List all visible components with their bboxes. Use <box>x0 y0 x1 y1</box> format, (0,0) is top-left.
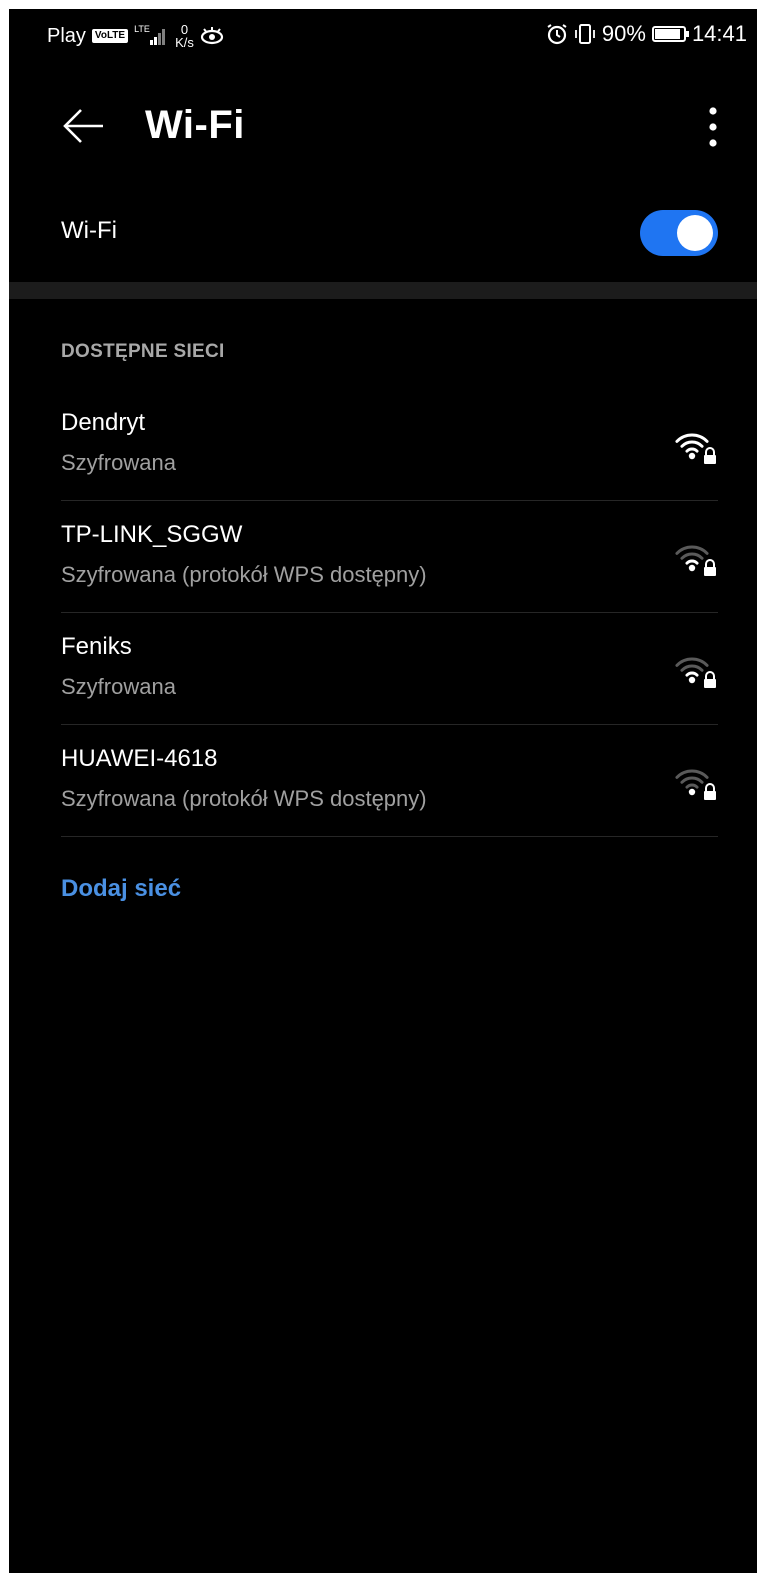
network-name: Dendryt <box>61 409 146 436</box>
network-item[interactable]: Feniks Szyfrowana <box>61 613 718 725</box>
status-bar: Play VoLTE LTE 0 K/s 90% 14:41 <box>9 9 757 61</box>
wifi-lock-icon <box>675 433 716 464</box>
wifi-arc <box>675 433 709 443</box>
status-bar-right: 90% 14:41 <box>546 21 747 47</box>
net-speed: 0 K/s <box>175 23 194 49</box>
network-name: TP-LINK_SGGW <box>61 521 243 548</box>
wifi-arc <box>680 664 704 672</box>
more-vertical-icon[interactable] <box>703 103 723 151</box>
wifi-arc <box>675 545 709 555</box>
lte-label: LTE <box>134 24 150 34</box>
battery-icon <box>651 26 689 42</box>
wifi-arc <box>685 671 699 677</box>
alarm-icon <box>547 24 567 45</box>
back-arrow-icon[interactable] <box>59 101 109 151</box>
lock-shackle <box>705 671 715 679</box>
page-title: Wi-Fi <box>145 103 245 147</box>
lock-shackle <box>705 559 715 567</box>
wifi-arc <box>685 447 699 453</box>
net-speed-unit: K/s <box>175 35 194 50</box>
network-status: Szyfrowana (protokół WPS dostępny) <box>61 562 427 587</box>
lock-shackle <box>705 447 715 455</box>
section-divider <box>9 282 757 299</box>
eye-comfort-icon <box>200 27 223 45</box>
wifi-dot <box>688 788 696 796</box>
lock-body <box>704 567 716 576</box>
wifi-lock-icon <box>675 769 716 800</box>
network-name: HUAWEI-4618 <box>61 745 218 772</box>
network-status: Szyfrowana <box>61 674 176 699</box>
lock-body <box>704 679 716 688</box>
lock-body <box>704 455 716 464</box>
lock-body <box>704 791 716 800</box>
wifi-arc <box>675 769 709 779</box>
wifi-arc <box>680 552 704 560</box>
clock: 14:41 <box>691 21 747 46</box>
network-status: Szyfrowana <box>61 450 176 475</box>
wifi-switch[interactable] <box>640 210 718 256</box>
vibrate-icon <box>574 24 595 44</box>
network-item[interactable]: HUAWEI-4618 Szyfrowana (protokół WPS dos… <box>61 725 718 837</box>
wifi-toggle-row[interactable]: Wi-Fi <box>9 197 757 269</box>
wifi-arc <box>680 776 704 784</box>
volte-badge: VoLTE <box>91 29 129 43</box>
app-bar: Wi-Fi <box>9 89 757 169</box>
status-bar-left: Play VoLTE LTE 0 K/s <box>47 23 224 49</box>
network-status: Szyfrowana (protokół WPS dostępny) <box>61 786 427 811</box>
wifi-arc <box>675 657 709 667</box>
wifi-arc <box>680 440 704 448</box>
wifi-switch-knob <box>677 215 713 251</box>
network-name: Feniks <box>61 633 132 660</box>
add-network-button[interactable]: Dodaj sieć <box>61 875 181 903</box>
wifi-toggle-label: Wi-Fi <box>61 217 117 244</box>
carrier-label: Play <box>47 24 86 47</box>
network-item[interactable]: TP-LINK_SGGW Szyfrowana (protokół WPS do… <box>61 501 718 613</box>
battery-percent: 90% <box>601 21 646 46</box>
screen: Play VoLTE LTE 0 K/s 90% 14:41 Wi-Fi Wi-… <box>9 9 757 1573</box>
battery-fill <box>654 29 681 39</box>
wifi-arc <box>685 559 699 565</box>
available-networks-header: DOSTĘPNE SIECI <box>61 341 225 362</box>
wifi-dot <box>688 452 696 460</box>
wifi-arc <box>685 783 699 789</box>
lte-signal-icon: LTE <box>134 24 166 45</box>
network-list: Dendryt Szyfrowana TP-LINK_SGGW Szyfrowa… <box>61 389 718 837</box>
wifi-dot <box>688 676 696 684</box>
wifi-lock-icon <box>675 657 716 688</box>
wifi-dot <box>688 564 696 572</box>
network-item[interactable]: Dendryt Szyfrowana <box>61 389 718 501</box>
lock-shackle <box>705 783 715 791</box>
wifi-lock-icon <box>675 545 716 576</box>
